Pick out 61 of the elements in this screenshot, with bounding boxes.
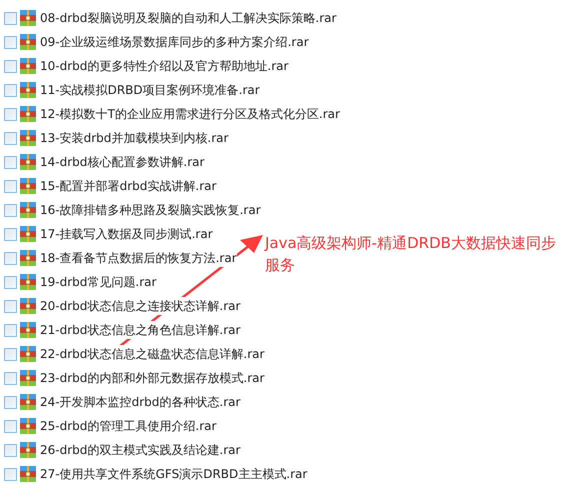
checkbox[interactable] [4,12,17,24]
file-name[interactable]: 12-模拟数十T的企业应用需求进行分区及格式化分区.rar [40,105,340,123]
file-name[interactable]: 23-drbd的内部和外部元数据存放模式.rar [40,369,264,387]
archive-icon [20,82,36,98]
checkbox[interactable] [4,252,17,264]
archive-icon [20,10,36,26]
archive-icon [20,154,36,170]
file-name[interactable]: 11-实战模拟DRBD项目案例环境准备.rar [40,81,260,99]
archive-icon [20,34,36,50]
archive-icon [20,418,36,434]
checkbox[interactable] [4,468,17,480]
checkbox[interactable] [4,204,17,216]
checkbox[interactable] [4,444,17,456]
checkbox[interactable] [4,348,17,360]
archive-icon [20,346,36,362]
archive-icon [20,58,36,74]
file-name[interactable]: 10-drbd的更多特性介绍以及官方帮助地址.rar [40,57,288,75]
file-name[interactable]: 24-开发脚本监控drbd的各种状态.rar [40,393,240,411]
checkbox[interactable] [4,324,17,336]
file-name[interactable]: 09-企业级运维场景数据库同步的多种方案介绍.rar [40,33,309,51]
archive-icon [20,130,36,146]
archive-icon [20,466,36,482]
archive-icon [20,178,36,194]
checkbox[interactable] [4,108,17,120]
archive-icon [20,106,36,122]
file-name[interactable]: 13-安装drbd并加载模块到内核.rar [40,129,228,147]
archive-icon [20,322,36,338]
file-name[interactable]: 20-drbd状态信息之连接状态详解.rar [40,297,240,315]
checkbox[interactable] [4,228,17,240]
annotation-text: Java高级架构师-精通DRDB大数据快速同步服务 [265,233,557,276]
file-name[interactable]: 27-使用共享文件系统GFS演示DRBD主主模式.rar [40,465,308,483]
file-name[interactable]: 22-drbd状态信息之磁盘状态信息详解.rar [40,345,264,363]
checkbox[interactable] [4,180,17,192]
file-name[interactable]: 26-drbd的双主模式实践及结论建.rar [40,441,240,459]
checkbox[interactable] [4,372,17,384]
archive-icon [20,370,36,386]
file-name[interactable]: 18-查看备节点数据后的恢复方法.rar [40,249,237,267]
file-name[interactable]: 21-drbd状态信息之角色信息详解.rar [40,321,240,339]
checkbox[interactable] [4,276,17,288]
archive-icon [20,442,36,458]
checkbox[interactable] [4,60,17,72]
checkbox[interactable] [4,36,17,48]
file-name[interactable]: 15-配置并部署drbd实战讲解.rar [40,177,216,195]
file-name[interactable]: 08-drbd裂脑说明及裂脑的自动和人工解决实际策略.rar [40,9,336,27]
file-name[interactable]: 14-drbd核心配置参数讲解.rar [40,153,204,171]
file-name[interactable]: 16-故障排错多种思路及裂脑实践恢复.rar [40,201,261,219]
archive-icon [20,250,36,266]
file-name[interactable]: 25-drbd的管理工具使用介绍.rar [40,417,216,435]
checkbox[interactable] [4,300,17,312]
archive-icon [20,202,36,218]
checkbox[interactable] [4,396,17,408]
checkbox[interactable] [4,420,17,432]
archive-icon [20,274,36,290]
archive-icon [20,226,36,242]
archive-icon [20,298,36,314]
archive-icon [20,394,36,410]
file-name[interactable]: 17-挂载写入数据及同步测试.rar [40,225,213,243]
checkbox[interactable] [4,156,17,168]
checkbox[interactable] [4,132,17,144]
file-name[interactable]: 19-drbd常见问题.rar [40,273,156,291]
checkbox[interactable] [4,84,17,96]
